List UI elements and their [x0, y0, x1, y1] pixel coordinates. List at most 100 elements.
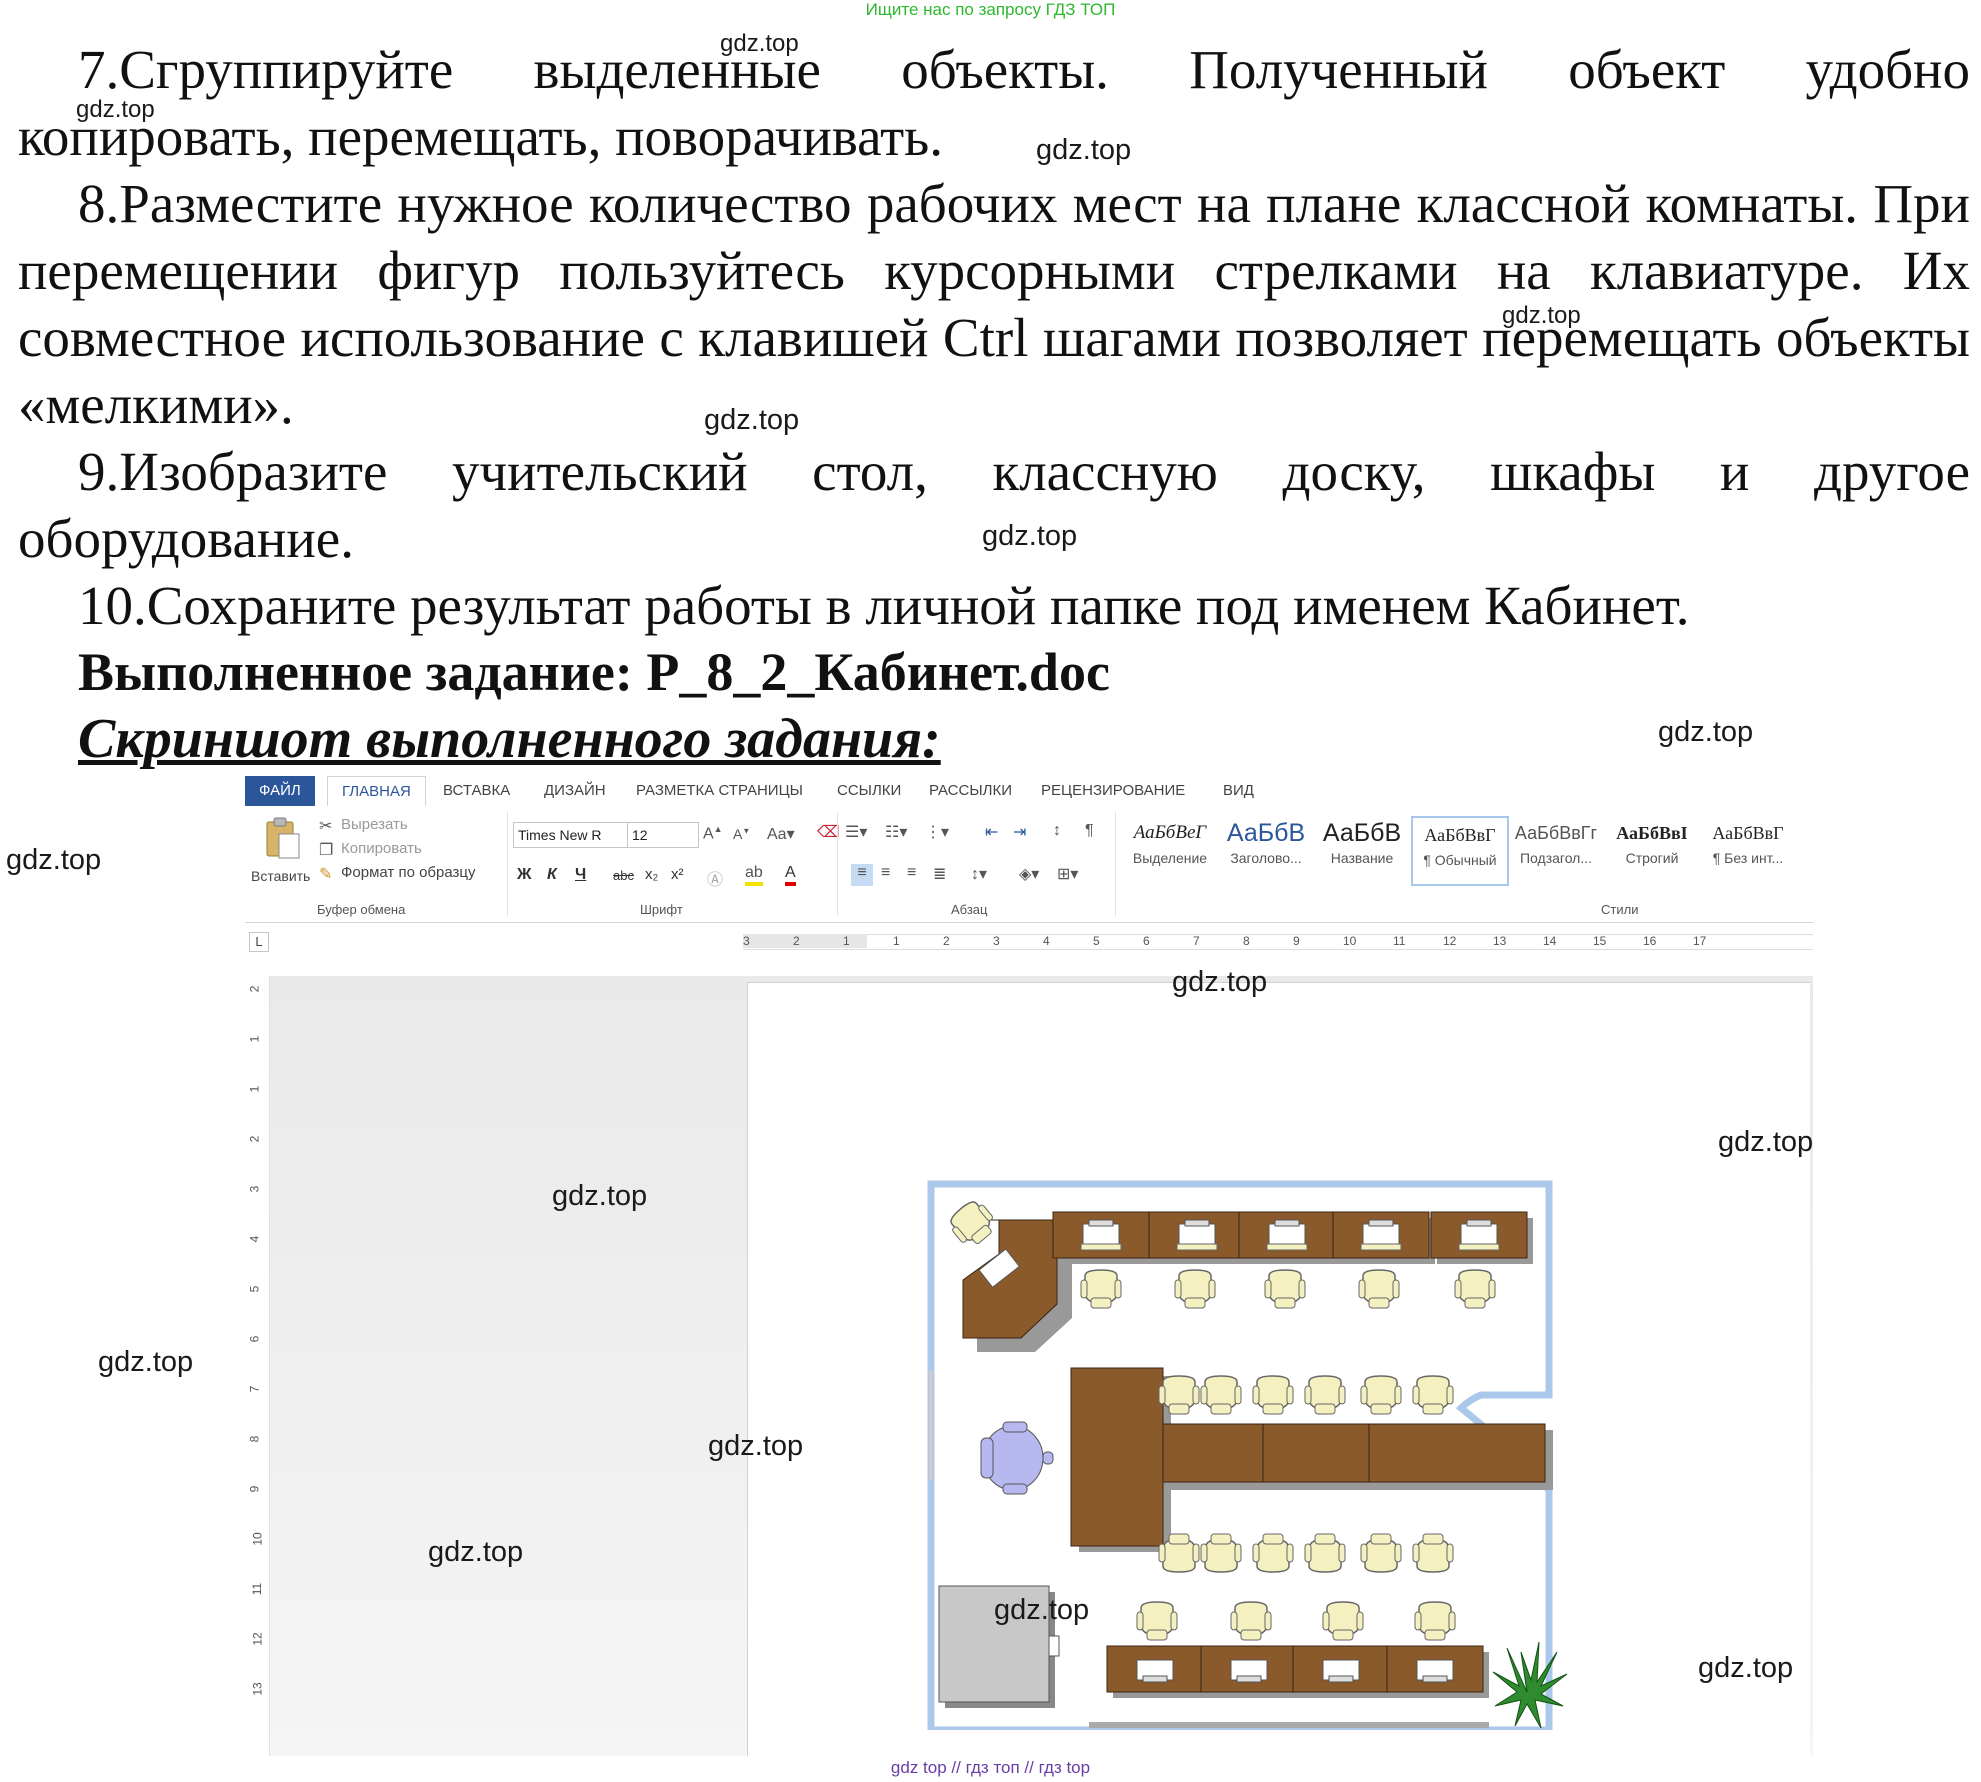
classroom-plan[interactable]	[909, 1170, 1709, 1730]
text-effects-icon[interactable]: Ⓐ	[707, 866, 723, 890]
strikethrough-button[interactable]: abc	[613, 868, 634, 883]
ruler-mark: 6	[247, 1335, 262, 1343]
ribbon-tabs: ФАЙЛ ГЛАВНАЯ ВСТАВКА ДИЗАЙН РАЗМЕТКА СТР…	[245, 776, 1813, 808]
style-subtitle[interactable]: АаБбВвГг Подзагол...	[1509, 816, 1603, 882]
tab-review[interactable]: РЕЦЕНЗИРОВАНИЕ	[1027, 776, 1199, 806]
tab-design[interactable]: ДИЗАЙН	[530, 776, 620, 806]
teacher-chair	[980, 1421, 1054, 1495]
sort-icon[interactable]: ↕	[1053, 822, 1061, 840]
font-size-select[interactable]: 12	[627, 822, 699, 848]
done-label: Выполненное задание: Р_8_2_Кабинет.doc	[78, 642, 1110, 702]
board	[929, 1370, 933, 1480]
font-color-icon[interactable]: A	[785, 864, 796, 886]
ruler-mark: 4	[247, 1235, 262, 1243]
ruler-mark: 11	[250, 1582, 265, 1596]
change-case-icon[interactable]: Aa▾	[767, 824, 795, 844]
watermark[interactable]: gdz.top	[720, 30, 799, 58]
align-left-icon[interactable]: ≡	[851, 864, 873, 886]
watermark[interactable]: gdz.top	[6, 844, 101, 877]
tab-file[interactable]: ФАЙЛ	[245, 776, 315, 806]
decrease-indent-icon[interactable]: ⇤	[985, 822, 998, 842]
style-normal[interactable]: АаБбВвГ ¶ Обычный	[1411, 816, 1509, 886]
watermark[interactable]: gdz.top	[994, 1594, 1089, 1627]
tab-page-layout[interactable]: РАЗМЕТКА СТРАНИЦЫ	[622, 776, 817, 806]
tab-references[interactable]: ССЫЛКИ	[823, 776, 915, 806]
style-strong[interactable]: АаБбВвІ Строгий	[1605, 816, 1699, 882]
shading-icon[interactable]: ◈▾	[1019, 864, 1039, 884]
bold-button[interactable]: Ж	[517, 866, 531, 884]
watermark[interactable]: gdz.top	[1172, 966, 1267, 999]
watermark[interactable]: gdz.top	[552, 1180, 647, 1213]
cut-button[interactable]: Вырезать	[341, 816, 408, 833]
tab-view[interactable]: ВИД	[1209, 776, 1268, 806]
watermark[interactable]: gdz.top	[708, 1430, 803, 1463]
watermark[interactable]: gdz.top	[1698, 1652, 1793, 1685]
shrink-font-icon[interactable]: A▼	[733, 826, 750, 842]
borders-icon[interactable]: ⊞▾	[1057, 864, 1078, 884]
numbering-icon[interactable]: ☷▾	[885, 822, 907, 842]
align-center-icon[interactable]: ≡	[881, 864, 890, 882]
watermark[interactable]: gdz.top	[982, 520, 1077, 553]
watermark[interactable]: gdz.top	[1036, 134, 1131, 167]
justify-icon[interactable]: ≣	[933, 864, 946, 884]
style-title[interactable]: АаБбВ Название	[1315, 816, 1409, 882]
ruler-mark: 7	[247, 1385, 262, 1393]
paragraph-group-label: Абзац	[951, 902, 988, 917]
top-banner[interactable]: Ищите нас по запросу ГДЗ ТОП	[0, 0, 1981, 20]
ruler-mark: 8	[1243, 934, 1250, 948]
watermark[interactable]: gdz.top	[1502, 302, 1581, 330]
ruler-mark: 12	[1443, 934, 1457, 948]
paragraph-8: 8.Разместите нужное количество рабочих м…	[18, 173, 1970, 435]
paste-label: Вставить	[251, 868, 311, 884]
font-name-select[interactable]: Times New R	[513, 822, 629, 848]
highlight-icon[interactable]: ab	[745, 864, 763, 886]
ruler-mark: 12	[250, 1632, 265, 1646]
line-spacing-icon[interactable]: ↕▾	[971, 864, 987, 884]
ruler-mark: 15	[1593, 934, 1607, 948]
scissors-icon[interactable]: ✂	[319, 816, 332, 836]
grow-font-icon[interactable]: A▲	[703, 824, 723, 843]
horizontal-ruler[interactable]: L 3 2 1 1 2 3 4 5 6 7 8 9 10 11 12 13 14 15 16 17	[245, 930, 1813, 952]
paste-button[interactable]: Вставить	[251, 812, 311, 898]
vertical-ruler[interactable]: 2 1 1 2 3 4 5 6 7 8 9 10 11 12 13	[245, 976, 270, 1756]
plant	[1492, 1641, 1568, 1729]
tab-selector[interactable]: L	[249, 932, 269, 952]
ruler-mark: 2	[943, 934, 950, 948]
watermark[interactable]: gdz.top	[704, 404, 799, 437]
watermark[interactable]: gdz.top	[76, 96, 155, 124]
subscript-button[interactable]: x₂	[645, 866, 658, 883]
copy-button[interactable]: Копировать	[341, 840, 422, 857]
format-painter-button[interactable]: Формат по образцу	[341, 864, 476, 881]
watermark[interactable]: gdz.top	[428, 1536, 523, 1569]
style-heading1[interactable]: АаБбВ Заголово...	[1219, 816, 1313, 882]
desk-row-top	[1052, 1211, 1534, 1309]
multilevel-list-icon[interactable]: ⋮▾	[925, 822, 949, 842]
tab-mailings[interactable]: РАССЫЛКИ	[915, 776, 1026, 806]
tab-home[interactable]: ГЛАВНАЯ	[327, 776, 426, 808]
ruler-mark: 4	[1043, 934, 1050, 948]
italic-button[interactable]: К	[547, 866, 557, 884]
clipboard-group-label: Буфер обмена	[317, 902, 406, 917]
bottom-banner[interactable]: gdz top // гдз топ // гдз top	[0, 1758, 1981, 1778]
align-right-icon[interactable]: ≡	[907, 864, 916, 882]
paragraph-9-line-1: 9.Изобразите учительский стол, классную …	[78, 441, 1970, 502]
wall-segment	[1089, 1722, 1489, 1728]
copy-icon[interactable]: ❐	[319, 840, 333, 860]
ruler-mark: 10	[250, 1532, 265, 1546]
ruler-mark: 1	[247, 1085, 262, 1093]
format-painter-icon[interactable]: ✎	[319, 864, 332, 884]
pilcrow-icon[interactable]: ¶	[1085, 822, 1094, 840]
document-body: 7.Сгруппируйте выделенные объекты. Получ…	[18, 36, 1970, 773]
watermark[interactable]: gdz.top	[1658, 716, 1753, 749]
underline-button[interactable]: Ч	[575, 866, 586, 884]
ruler-mark: 8	[247, 1435, 262, 1443]
tab-insert[interactable]: ВСТАВКА	[429, 776, 524, 806]
superscript-button[interactable]: x²	[671, 866, 684, 883]
style-no-spacing[interactable]: АаБбВвГ ¶ Без инт...	[1701, 816, 1795, 882]
style-emphasis[interactable]: АаБбВеГ Выделение	[1123, 816, 1217, 882]
watermark[interactable]: gdz.top	[1718, 1126, 1813, 1159]
watermark[interactable]: gdz.top	[98, 1346, 193, 1379]
ruler-mark: 2	[247, 1135, 262, 1143]
bullets-icon[interactable]: ☰▾	[845, 822, 867, 842]
increase-indent-icon[interactable]: ⇥	[1013, 822, 1026, 842]
